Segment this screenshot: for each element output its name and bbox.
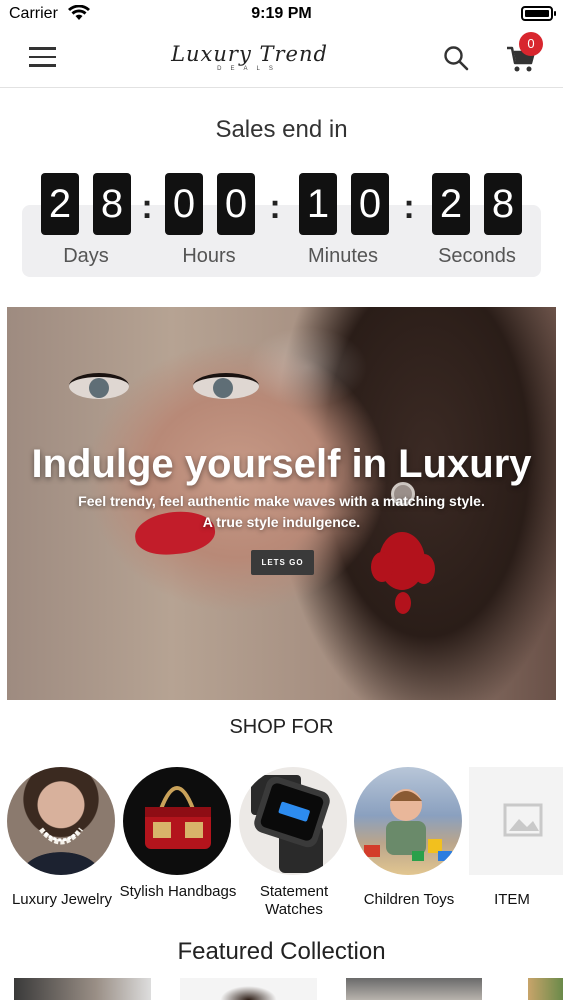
category-label: Children Toys [363, 891, 455, 908]
battery-icon [521, 6, 556, 21]
minutes-label: Minutes [307, 245, 379, 267]
category-label: ITEM [494, 891, 530, 908]
featured-collection-title: Featured Collection [177, 938, 386, 965]
top-nav: Luxury Trend DEALS 0 [0, 30, 563, 88]
hero-tagline: A true style indulgence. [202, 514, 361, 530]
brand-logo[interactable]: Luxury Trend DEALS [152, 42, 347, 74]
status-bar: Carrier 9:19 PM [0, 0, 563, 30]
category-label: Luxury Jewelry [11, 891, 113, 908]
search-icon[interactable] [443, 45, 469, 71]
seconds-digit-1: 2 [432, 173, 470, 235]
featured-item-thumbnail[interactable] [346, 978, 482, 1000]
minutes-digit-1: 1 [299, 173, 337, 235]
featured-item-thumbnail[interactable] [528, 978, 563, 1000]
hero-model-eye [69, 373, 129, 399]
clock: 9:19 PM [251, 5, 312, 22]
hero-banner[interactable]: Indulge yourself in Luxury Feel trendy, … [7, 307, 556, 700]
cart-count-badge: 0 [519, 32, 543, 56]
lets-go-button[interactable]: LETS GO [251, 550, 314, 575]
category-label: Statement Watches [259, 883, 329, 918]
category-image [7, 767, 115, 875]
logo-subtitle: DEALS [217, 66, 282, 72]
logo-script: Luxury Trend [171, 42, 328, 66]
countdown-separator: : [141, 188, 153, 226]
seconds-digit-2: 8 [484, 173, 522, 235]
category-label: Stylish Handbags [119, 883, 237, 900]
featured-item-thumbnail[interactable] [180, 978, 317, 1000]
days-digit-1: 2 [41, 173, 79, 235]
countdown-title: Sales end in [215, 116, 348, 143]
menu-icon[interactable] [29, 47, 56, 67]
countdown-separator: : [269, 188, 281, 226]
hours-digit-2: 0 [217, 173, 255, 235]
days-label: Days [63, 245, 109, 267]
featured-item-thumbnail[interactable] [14, 978, 151, 1000]
hours-label: Hours [182, 245, 236, 267]
hero-tagline: Feel trendy, feel authentic make waves w… [78, 493, 485, 509]
minutes-digit-2: 0 [351, 173, 389, 235]
hours-digit-1: 0 [165, 173, 203, 235]
countdown-separator: : [403, 188, 415, 226]
category-image [123, 767, 231, 875]
hero-model-eye [193, 373, 259, 399]
hero-headline: Indulge yourself in Luxury [31, 442, 532, 486]
category-image [239, 767, 347, 875]
category-image-placeholder [469, 767, 563, 875]
seconds-label: Seconds [438, 245, 516, 267]
category-image [354, 767, 462, 875]
shop-for-title: SHOP FOR [229, 716, 334, 738]
days-digit-2: 8 [93, 173, 131, 235]
image-placeholder-icon [503, 803, 543, 837]
